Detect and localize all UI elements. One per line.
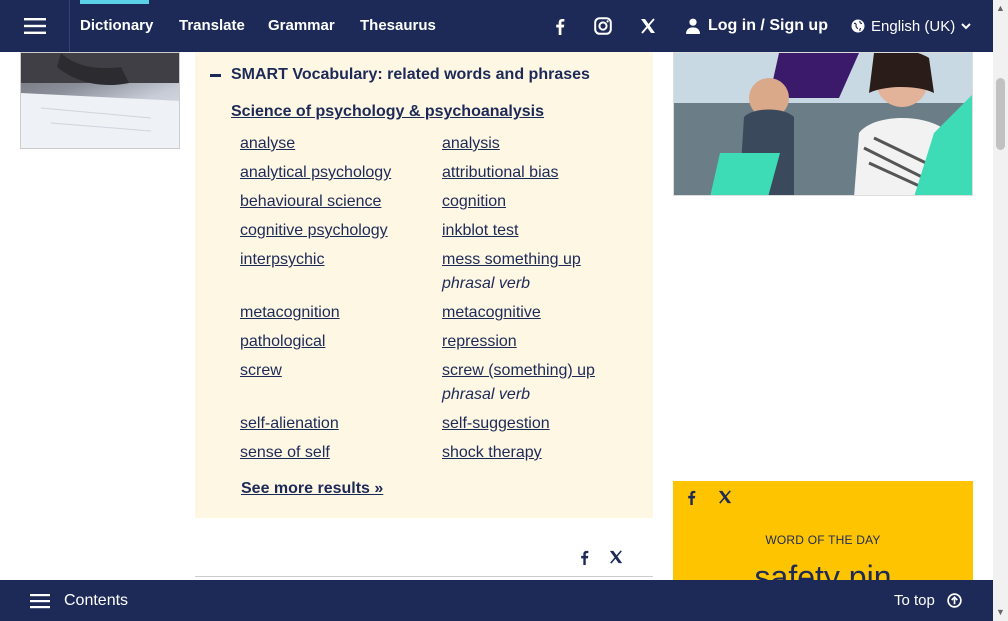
globe-icon xyxy=(851,19,865,33)
see-more-link[interactable]: See more results » xyxy=(241,480,383,498)
login-label: Log in / Sign up xyxy=(708,17,828,34)
vocab-link[interactable]: inkblot test xyxy=(442,222,518,240)
contents-label: Contents xyxy=(64,591,129,609)
vocab-link[interactable]: pathological xyxy=(240,333,325,351)
top-nav: Dictionary Translate Grammar Thesaurus L… xyxy=(0,0,993,52)
to-top-label: To top xyxy=(894,592,935,609)
smart-vocabulary-title: SMART Vocabulary: related words and phra… xyxy=(231,66,590,83)
vocab-link[interactable]: self-suggestion xyxy=(442,415,550,433)
collapse-icon xyxy=(210,73,221,77)
vocab-link[interactable]: screw xyxy=(240,362,282,380)
vocab-link[interactable]: screw (something) up xyxy=(442,362,595,380)
vocab-link[interactable]: analytical psychology xyxy=(240,164,391,182)
vocab-link[interactable]: attributional bias xyxy=(442,164,559,182)
x-icon[interactable] xyxy=(718,490,732,510)
share-row xyxy=(580,550,623,570)
menu-button[interactable] xyxy=(0,0,70,52)
bottom-bar: Contents To top xyxy=(0,580,993,621)
nav-translate[interactable]: Translate xyxy=(179,0,245,52)
facebook-icon[interactable] xyxy=(548,14,572,38)
smart-vocabulary-toggle[interactable]: SMART Vocabulary: related words and phra… xyxy=(210,66,590,84)
x-icon[interactable] xyxy=(636,14,660,38)
chevron-down-icon xyxy=(961,22,971,29)
vocab-link[interactable]: metacognition xyxy=(240,304,340,322)
wotd-word[interactable]: safety pin xyxy=(673,559,973,581)
scroll-up-arrow-icon[interactable]: ▲ xyxy=(996,4,1005,13)
vocab-link[interactable]: self-alienation xyxy=(240,415,339,433)
page-scrollbar[interactable]: ▲ ▼ xyxy=(993,0,1008,621)
phrasal-verb-label: phrasal verb xyxy=(442,386,531,403)
vocab-link[interactable]: analysis xyxy=(442,135,500,153)
vocab-link[interactable]: analyse xyxy=(240,135,295,153)
vocab-link[interactable]: shock therapy xyxy=(442,444,542,462)
vocab-link[interactable]: cognition xyxy=(442,193,506,211)
vocab-link[interactable]: mess something up xyxy=(442,251,581,269)
wotd-label: WORD OF THE DAY xyxy=(765,533,881,547)
language-label: English (UK) xyxy=(871,17,956,35)
vocab-link[interactable]: sense of self xyxy=(240,444,330,462)
user-icon xyxy=(686,18,700,34)
x-icon[interactable] xyxy=(609,550,623,570)
hamburger-icon xyxy=(30,593,50,608)
nav-dictionary[interactable]: Dictionary xyxy=(80,0,153,52)
wotd-share xyxy=(687,490,732,510)
vocab-link[interactable]: interpsychic xyxy=(240,251,324,269)
login-button[interactable]: Log in / Sign up xyxy=(686,0,828,52)
advertisement-image[interactable] xyxy=(673,52,973,196)
vocab-link[interactable]: metacognitive xyxy=(442,304,541,322)
nav-thesaurus[interactable]: Thesaurus xyxy=(360,0,436,52)
article-image xyxy=(20,52,180,149)
word-of-the-day: WORD OF THE DAY safety pin xyxy=(673,481,973,581)
hamburger-icon xyxy=(23,18,46,34)
nav-grammar[interactable]: Grammar xyxy=(268,0,335,52)
facebook-icon[interactable] xyxy=(687,490,696,510)
phrasal-verb-label: phrasal verb xyxy=(442,275,531,292)
topic-link[interactable]: Science of psychology & psychoanalysis xyxy=(231,103,544,121)
language-selector[interactable]: English (UK) xyxy=(851,0,971,52)
vocab-link[interactable]: cognitive psychology xyxy=(240,222,388,240)
divider xyxy=(195,576,653,577)
vocab-link[interactable]: behavioural science xyxy=(240,193,381,211)
scroll-thumb[interactable] xyxy=(996,78,1005,150)
arrow-up-circle-icon xyxy=(947,593,962,608)
scroll-down-arrow-icon[interactable]: ▼ xyxy=(996,608,1005,617)
facebook-icon[interactable] xyxy=(580,550,589,570)
vocab-link[interactable]: repression xyxy=(442,333,517,351)
contents-button[interactable]: Contents xyxy=(30,580,128,621)
to-top-button[interactable]: To top xyxy=(894,580,962,621)
instagram-icon[interactable] xyxy=(591,14,615,38)
